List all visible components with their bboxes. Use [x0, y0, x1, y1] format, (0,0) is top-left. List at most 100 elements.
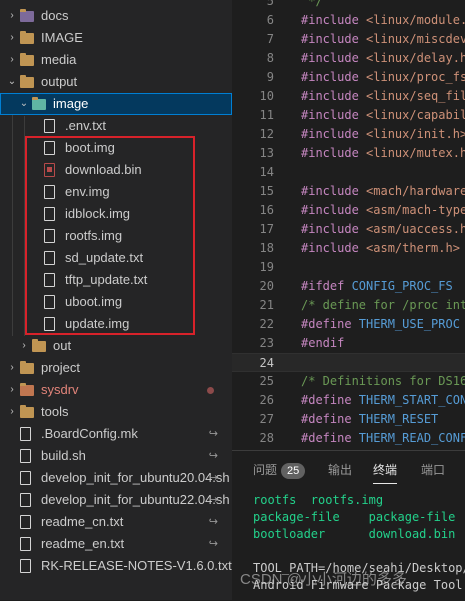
code-text: */	[301, 0, 323, 11]
code-editor[interactable]: 5 */ 6 #include <linux/module.h> 7 #include …	[232, 0, 465, 450]
git-status-icon: ↪	[208, 428, 218, 440]
tree-item[interactable]: ⌄ output	[0, 71, 232, 93]
line-number: 8	[266, 51, 274, 65]
code-line[interactable]: 15 #include <mach/hardware.h>	[232, 182, 465, 201]
chevron-right-icon[interactable]: ›	[6, 379, 18, 401]
code-token: #include	[301, 241, 367, 255]
tree-item[interactable]: .BoardConfig.mk ↪	[0, 423, 232, 445]
code-token: #endif	[301, 336, 345, 350]
panel-tab[interactable]: 终端	[373, 461, 398, 484]
code-token: #include	[301, 146, 367, 160]
code-line[interactable]: 27 #define THERM_RESET	[232, 410, 465, 429]
code-token: #define	[301, 317, 359, 331]
code-token: <mach/hardware.h>	[366, 184, 465, 198]
line-number: 23	[259, 336, 274, 350]
code-line[interactable]: 5 */	[232, 0, 465, 11]
code-text: /* Definitions for DS1620 chip */	[301, 372, 465, 391]
code-token: <asm/therm.h>	[366, 241, 460, 255]
tree-item[interactable]: .env.txt	[0, 115, 232, 137]
terminal-line: bootloader download.bin	[253, 527, 456, 541]
line-number: 7	[266, 32, 274, 46]
code-line[interactable]: 20 #ifdef CONFIG_PROC_FS	[232, 277, 465, 296]
chevron-right-icon[interactable]: ›	[6, 401, 18, 423]
code-line[interactable]: 12 #include <linux/init.h>	[232, 125, 465, 144]
panel-tab[interactable]: 端口	[421, 461, 445, 478]
code-line[interactable]: 14	[232, 163, 465, 182]
folder-icon	[20, 75, 34, 88]
code-text: /* define for /proc interface */	[301, 296, 465, 315]
panel-tab[interactable]: 输出	[328, 461, 352, 478]
file-icon	[44, 119, 55, 133]
watermark-text: CSDN @小小河边的多多	[240, 571, 407, 588]
tree-item[interactable]: readme_cn.txt ↪	[0, 511, 232, 533]
code-line[interactable]: 22 #define THERM_USE_PROC	[232, 315, 465, 334]
code-token: */	[301, 0, 323, 8]
code-line[interactable]: 26 #define THERM_START_CONVERT	[232, 391, 465, 410]
folder-icon	[20, 9, 34, 22]
chevron-right-icon[interactable]: ›	[6, 27, 18, 49]
code-line[interactable]: 23 #endif	[232, 334, 465, 353]
code-text: #define THERM_READ_CONFIG	[301, 429, 465, 448]
code-token: THERM_USE_PROC	[358, 317, 460, 331]
tree-item[interactable]: build.sh ↪	[0, 445, 232, 467]
explorer-panel: › docs › IMAGE › media ⌄ output ⌄ image .env.txt bo…	[0, 0, 232, 600]
code-line[interactable]: 17 #include <asm/uaccess.h>	[232, 220, 465, 239]
folder-icon	[20, 383, 34, 396]
tree-item[interactable]: develop_init_for_ubuntu22.04.sh ↪	[0, 489, 232, 511]
code-text: #endif	[301, 334, 344, 353]
git-status-icon: ↪	[208, 450, 218, 462]
tree-item[interactable]: › media	[0, 49, 232, 71]
tree-item[interactable]: › IMAGE	[0, 27, 232, 49]
tree-item[interactable]: › docs	[0, 5, 232, 27]
code-token: /* Definitions for DS1620 chip */	[301, 374, 465, 388]
tree-item-label: readme_en.txt	[41, 536, 125, 551]
tree-item[interactable]: readme_en.txt ↪	[0, 533, 232, 555]
code-token: <linux/module.h>	[366, 13, 465, 27]
tree-item-label: .BoardConfig.mk	[41, 426, 138, 441]
code-line[interactable]: 21 /* define for /proc interface */	[232, 296, 465, 315]
code-line[interactable]: 28 #define THERM_READ_CONFIG	[232, 429, 465, 448]
tree-item-label: RK-RELEASE-NOTES-V1.6.0.txt	[41, 558, 232, 573]
code-line[interactable]: 8 #include <linux/delay.h>	[232, 49, 465, 68]
code-text: #include <linux/mutex.h>	[301, 144, 465, 163]
code-line[interactable]: 11 #include <linux/capability.h>	[232, 106, 465, 125]
tree-item[interactable]: › tools	[0, 401, 232, 423]
tree-item-label: image	[53, 96, 89, 111]
code-text: #ifdef CONFIG_PROC_FS	[301, 277, 453, 296]
code-token: #define	[301, 431, 359, 445]
file-icon	[20, 559, 31, 573]
chevron-right-icon[interactable]: ›	[6, 49, 18, 71]
tree-item-label: out	[53, 338, 72, 353]
code-line[interactable]: 7 #include <linux/miscdevice.h>	[232, 30, 465, 49]
code-line[interactable]: 18 #include <asm/therm.h>	[232, 239, 465, 258]
chevron-down-icon[interactable]: ⌄	[18, 93, 30, 115]
tree-item[interactable]: › out	[0, 335, 232, 357]
code-token: #include	[301, 222, 367, 236]
tree-item-label: .env.txt	[65, 118, 106, 133]
tree-item[interactable]: › sysdrv	[0, 379, 232, 401]
tree-item-label: docs	[41, 8, 69, 23]
panel-tab[interactable]: 问题 25	[253, 461, 306, 479]
code-text: #include <linux/module.h>	[301, 11, 465, 30]
code-line[interactable]: 19	[232, 258, 465, 277]
code-text: #include <linux/miscdevice.h>	[301, 30, 465, 49]
code-line[interactable]: 25 /* Definitions for DS1620 chip */	[232, 372, 465, 391]
chevron-right-icon[interactable]: ›	[6, 357, 18, 379]
line-number: 5	[266, 0, 274, 8]
tree-item[interactable]: develop_init_for_ubuntu20.04.sh ↪	[0, 467, 232, 489]
chevron-down-icon[interactable]: ⌄	[6, 71, 18, 93]
code-line[interactable]: 10 #include <linux/seq_file.h>	[232, 87, 465, 106]
tree-item[interactable]: RK-RELEASE-NOTES-V1.6.0.txt	[0, 555, 232, 577]
chevron-right-icon[interactable]: ›	[18, 335, 30, 357]
git-status-icon: ↪	[208, 516, 218, 528]
tree-item[interactable]: › project	[0, 357, 232, 379]
tree-item[interactable]: ⌄ image	[0, 93, 232, 115]
line-number: 25	[259, 374, 274, 388]
code-line[interactable]: 24	[232, 353, 465, 372]
code-token: #include	[301, 108, 367, 122]
code-line[interactable]: 13 #include <linux/mutex.h>	[232, 144, 465, 163]
code-line[interactable]: 16 #include <asm/mach-types.h>	[232, 201, 465, 220]
code-line[interactable]: 9 #include <linux/proc_fs.h>	[232, 68, 465, 87]
chevron-right-icon[interactable]: ›	[6, 5, 18, 27]
code-line[interactable]: 6 #include <linux/module.h>	[232, 11, 465, 30]
